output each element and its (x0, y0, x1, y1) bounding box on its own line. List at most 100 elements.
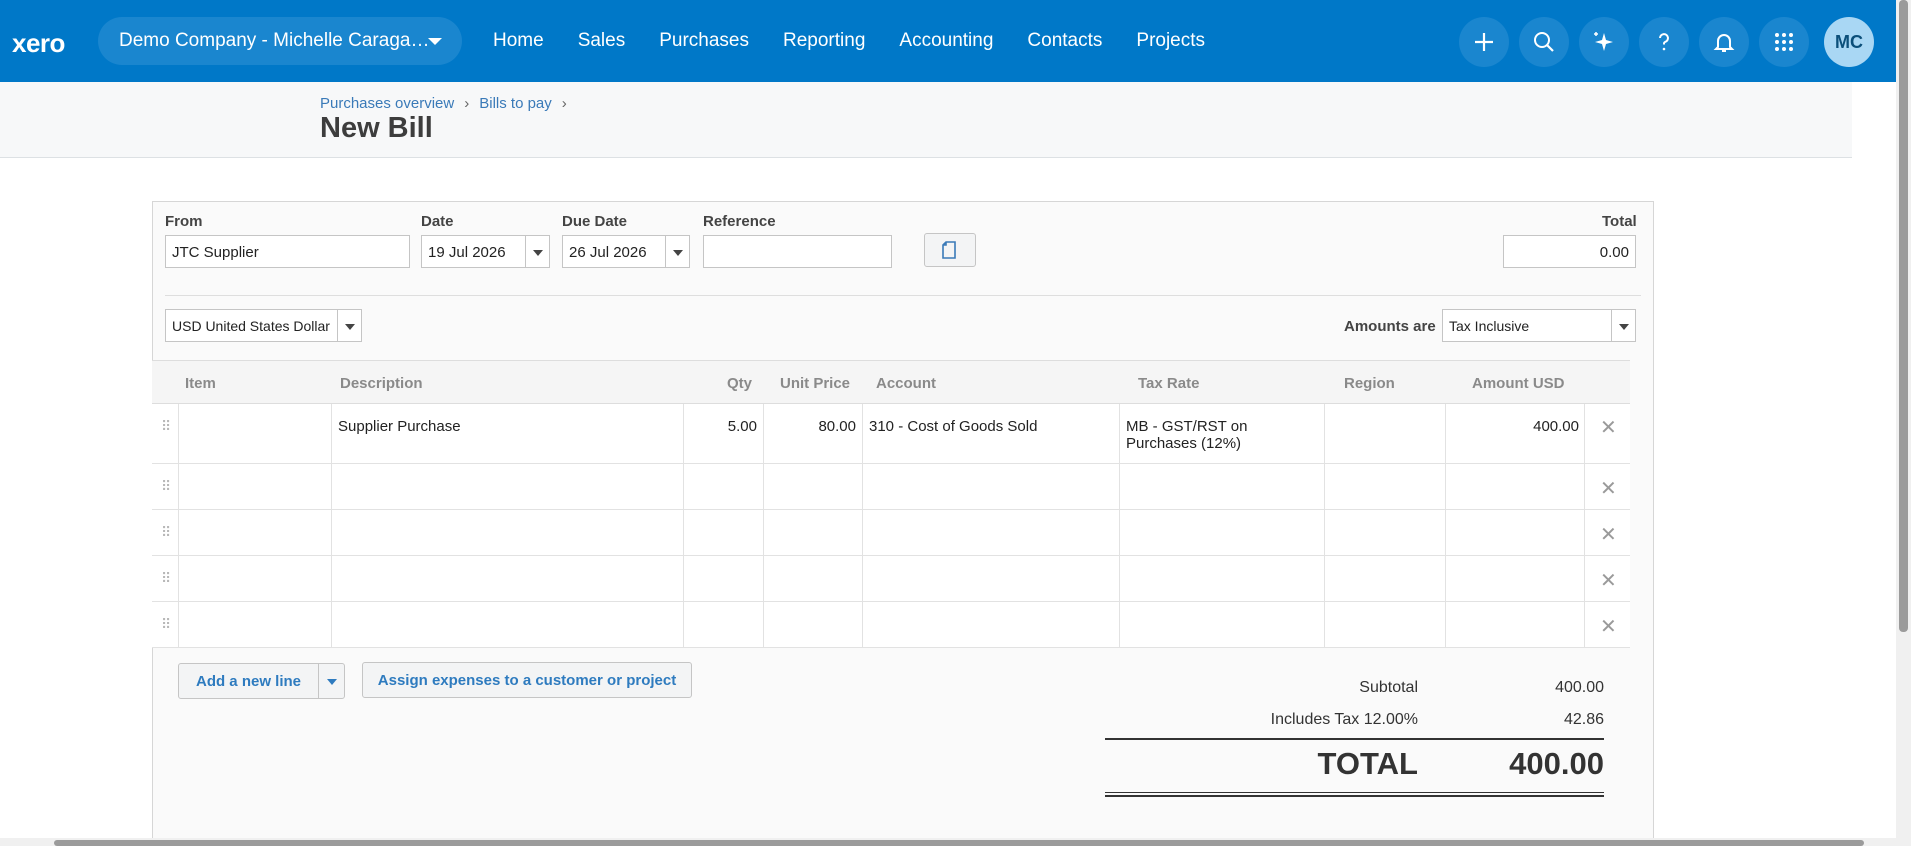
page-title: New Bill (320, 112, 433, 144)
chevron-down-icon (428, 38, 442, 45)
user-avatar[interactable]: MC (1824, 17, 1874, 67)
add-new-line-button[interactable]: Add a new line (178, 663, 319, 699)
xero-logo[interactable]: xero (12, 28, 65, 59)
column-description: Description (340, 375, 423, 392)
plus-icon[interactable] (1459, 17, 1509, 67)
nav-reporting[interactable]: Reporting (766, 0, 882, 82)
column-unit-price: Unit Price (780, 375, 851, 392)
column-qty: Qty (727, 375, 753, 392)
table-row[interactable] (152, 602, 1630, 648)
totals-divider (1105, 738, 1604, 740)
attach-file-button[interactable] (924, 233, 976, 267)
nav-purchases[interactable]: Purchases (642, 0, 766, 82)
totals-double-line-bottom (1105, 795, 1604, 797)
search-icon[interactable] (1519, 17, 1569, 67)
horizontal-scrollbar-thumb[interactable] (54, 840, 1864, 846)
breadcrumb-separator: › (561, 95, 567, 112)
column-amount-usd: Amount USD (1472, 375, 1565, 392)
column-divider (1584, 404, 1585, 648)
delete-row-icon[interactable]: ✕ (1600, 415, 1617, 440)
tax-label: Includes Tax 12.00% (1270, 711, 1418, 728)
tax-value: 42.86 (1563, 711, 1604, 728)
column-divider (1324, 404, 1325, 648)
grand-total-value: 400.00 (1509, 746, 1604, 781)
bell-icon[interactable] (1699, 17, 1749, 67)
row-tax-rate-line1[interactable]: MB - GST/RST on (1126, 418, 1247, 435)
chevron-down-icon[interactable] (1611, 310, 1635, 341)
due-date-picker-arrow-icon[interactable] (665, 236, 689, 267)
table-row[interactable] (152, 464, 1630, 510)
nav-home[interactable]: Home (476, 0, 561, 82)
drag-handle-icon[interactable]: ⠿ (161, 478, 171, 495)
total-label: Total (1602, 213, 1637, 230)
row-description[interactable]: Supplier Purchase (338, 418, 461, 435)
nav-contacts[interactable]: Contacts (1010, 0, 1119, 82)
delete-row-icon[interactable]: ✕ (1600, 476, 1617, 501)
reference-input[interactable] (703, 235, 892, 268)
date-input[interactable]: 19 Jul 2026 (421, 235, 550, 268)
divider (165, 295, 1641, 296)
breadcrumb-separator: › (464, 95, 470, 112)
currency-select[interactable]: USD United States Dollar (165, 309, 362, 342)
drag-handle-icon[interactable]: ⠿ (161, 524, 171, 541)
document-icon (942, 241, 956, 259)
organisation-name: Demo Company - Michelle Caraga… (119, 30, 430, 51)
apps-grid-icon[interactable] (1759, 17, 1809, 67)
breadcrumb-purchases-overview[interactable]: Purchases overview (320, 95, 454, 112)
table-row[interactable] (152, 510, 1630, 556)
delete-row-icon[interactable]: ✕ (1600, 614, 1617, 639)
reference-label: Reference (703, 213, 776, 230)
column-divider (331, 404, 332, 648)
amounts-are-select[interactable]: Tax Inclusive (1442, 309, 1636, 342)
date-value: 19 Jul 2026 (428, 244, 506, 261)
breadcrumb: Purchases overview › Bills to pay › (320, 95, 567, 112)
breadcrumb-bills-to-pay[interactable]: Bills to pay (479, 95, 552, 112)
column-divider (862, 404, 863, 648)
add-line-options-dropdown[interactable] (318, 663, 345, 699)
row-tax-rate-line2[interactable]: Purchases (12%) (1126, 435, 1241, 452)
column-divider (763, 404, 764, 648)
amounts-are-value: Tax Inclusive (1449, 318, 1530, 334)
sparkle-icon[interactable] (1579, 17, 1629, 67)
from-contact-input[interactable]: JTC Supplier (165, 235, 410, 268)
drag-handle-icon[interactable]: ⠿ (161, 570, 171, 587)
date-picker-arrow-icon[interactable] (525, 236, 549, 267)
from-label: From (165, 213, 203, 230)
column-item: Item (185, 375, 216, 392)
totals-double-line-top (1105, 792, 1604, 793)
subtotal-label: Subtotal (1359, 679, 1418, 696)
delete-row-icon[interactable]: ✕ (1600, 568, 1617, 593)
row-amount[interactable]: 400.00 (1450, 418, 1579, 435)
amounts-are-label: Amounts are (1344, 318, 1436, 335)
column-divider (1119, 404, 1120, 648)
delete-row-icon[interactable]: ✕ (1600, 522, 1617, 547)
drag-handle-icon[interactable]: ⠿ (161, 418, 171, 435)
drag-handle-icon[interactable]: ⠿ (161, 616, 171, 633)
main-nav: Home Sales Purchases Reporting Accountin… (476, 0, 1222, 82)
total-value: 0.00 (1503, 235, 1636, 268)
row-qty[interactable]: 5.00 (685, 418, 757, 435)
due-date-label: Due Date (562, 213, 628, 230)
column-account: Account (876, 375, 936, 392)
organisation-switcher[interactable]: Demo Company - Michelle Caraga… (98, 17, 462, 65)
column-region: Region (1344, 375, 1395, 392)
column-divider (683, 404, 684, 648)
grand-total-label: TOTAL (1317, 746, 1418, 781)
page-header (0, 82, 1852, 158)
column-tax-rate: Tax Rate (1138, 375, 1200, 392)
row-unit-price[interactable]: 80.00 (770, 418, 856, 435)
subtotal-value: 400.00 (1555, 679, 1604, 696)
due-date-input[interactable]: 26 Jul 2026 (562, 235, 690, 268)
row-account[interactable]: 310 - Cost of Goods Sold (869, 418, 1037, 435)
due-date-value: 26 Jul 2026 (569, 244, 647, 261)
chevron-down-icon[interactable] (337, 310, 361, 341)
nav-accounting[interactable]: Accounting (882, 0, 1010, 82)
help-icon[interactable] (1639, 17, 1689, 67)
date-label: Date (421, 213, 454, 230)
nav-sales[interactable]: Sales (561, 0, 643, 82)
table-row[interactable] (152, 556, 1630, 602)
currency-value: USD United States Dollar (172, 318, 330, 334)
nav-projects[interactable]: Projects (1119, 0, 1222, 82)
assign-expenses-button[interactable]: Assign expenses to a customer or project (362, 662, 692, 698)
vertical-scrollbar-thumb[interactable] (1899, 0, 1908, 632)
